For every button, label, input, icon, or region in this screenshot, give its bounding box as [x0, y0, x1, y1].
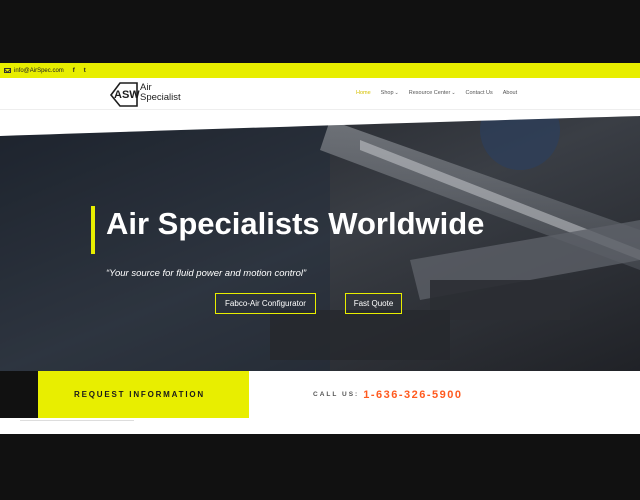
- nav-item-resource-center-label: Resource Center: [408, 90, 451, 96]
- main-navbar: ASW Air Specialist Home Shop⌄ Resource C…: [0, 78, 640, 110]
- call-us-panel: CALL US: 1-636-326-5900: [249, 371, 640, 418]
- logo-mark-text: ASW: [114, 89, 140, 101]
- configurator-button[interactable]: Fabco-Air Configurator: [215, 293, 316, 314]
- divider-line: [20, 420, 134, 421]
- nav-item-shop[interactable]: Shop⌄: [381, 90, 399, 96]
- envelope-icon: [4, 68, 11, 73]
- email-link[interactable]: info@AirSpec.com: [14, 68, 64, 74]
- nav-item-contact[interactable]: Contact Us: [466, 90, 493, 96]
- hero-top-divider: [0, 110, 640, 136]
- brand-name-line2: Specialist: [140, 91, 181, 103]
- nav-item-resource-center[interactable]: Resource Center⌄: [409, 90, 456, 96]
- facebook-icon[interactable]: f: [73, 68, 75, 74]
- hero-subtitle: “Your source for fluid power and motion …: [106, 268, 307, 279]
- twitter-icon[interactable]: t: [84, 68, 86, 74]
- hero-title: Air Specialists Worldwide: [106, 206, 485, 241]
- chevron-down-icon: ⌄: [451, 90, 456, 96]
- nav-item-shop-label: Shop: [380, 90, 394, 96]
- primary-nav: Home Shop⌄ Resource Center⌄ Contact Us A…: [356, 90, 517, 96]
- fast-quote-button[interactable]: Fast Quote: [345, 293, 402, 314]
- call-us-label: CALL US:: [313, 391, 360, 398]
- request-information-button[interactable]: REQUEST INFORMATION: [38, 371, 249, 418]
- below-fold-strip: [0, 418, 640, 434]
- chevron-down-icon: ⌄: [394, 90, 399, 96]
- nav-item-home[interactable]: Home: [356, 90, 371, 96]
- contact-topbar: info@AirSpec.com f t: [0, 63, 640, 78]
- phone-number-link[interactable]: 1-636-326-5900: [363, 389, 462, 401]
- nav-item-about[interactable]: About: [503, 90, 517, 96]
- hero-accent-bar: [91, 206, 95, 254]
- brand-name[interactable]: Air Specialist: [140, 83, 181, 102]
- hero-section: Air Specialists Worldwide “Your source f…: [0, 110, 640, 371]
